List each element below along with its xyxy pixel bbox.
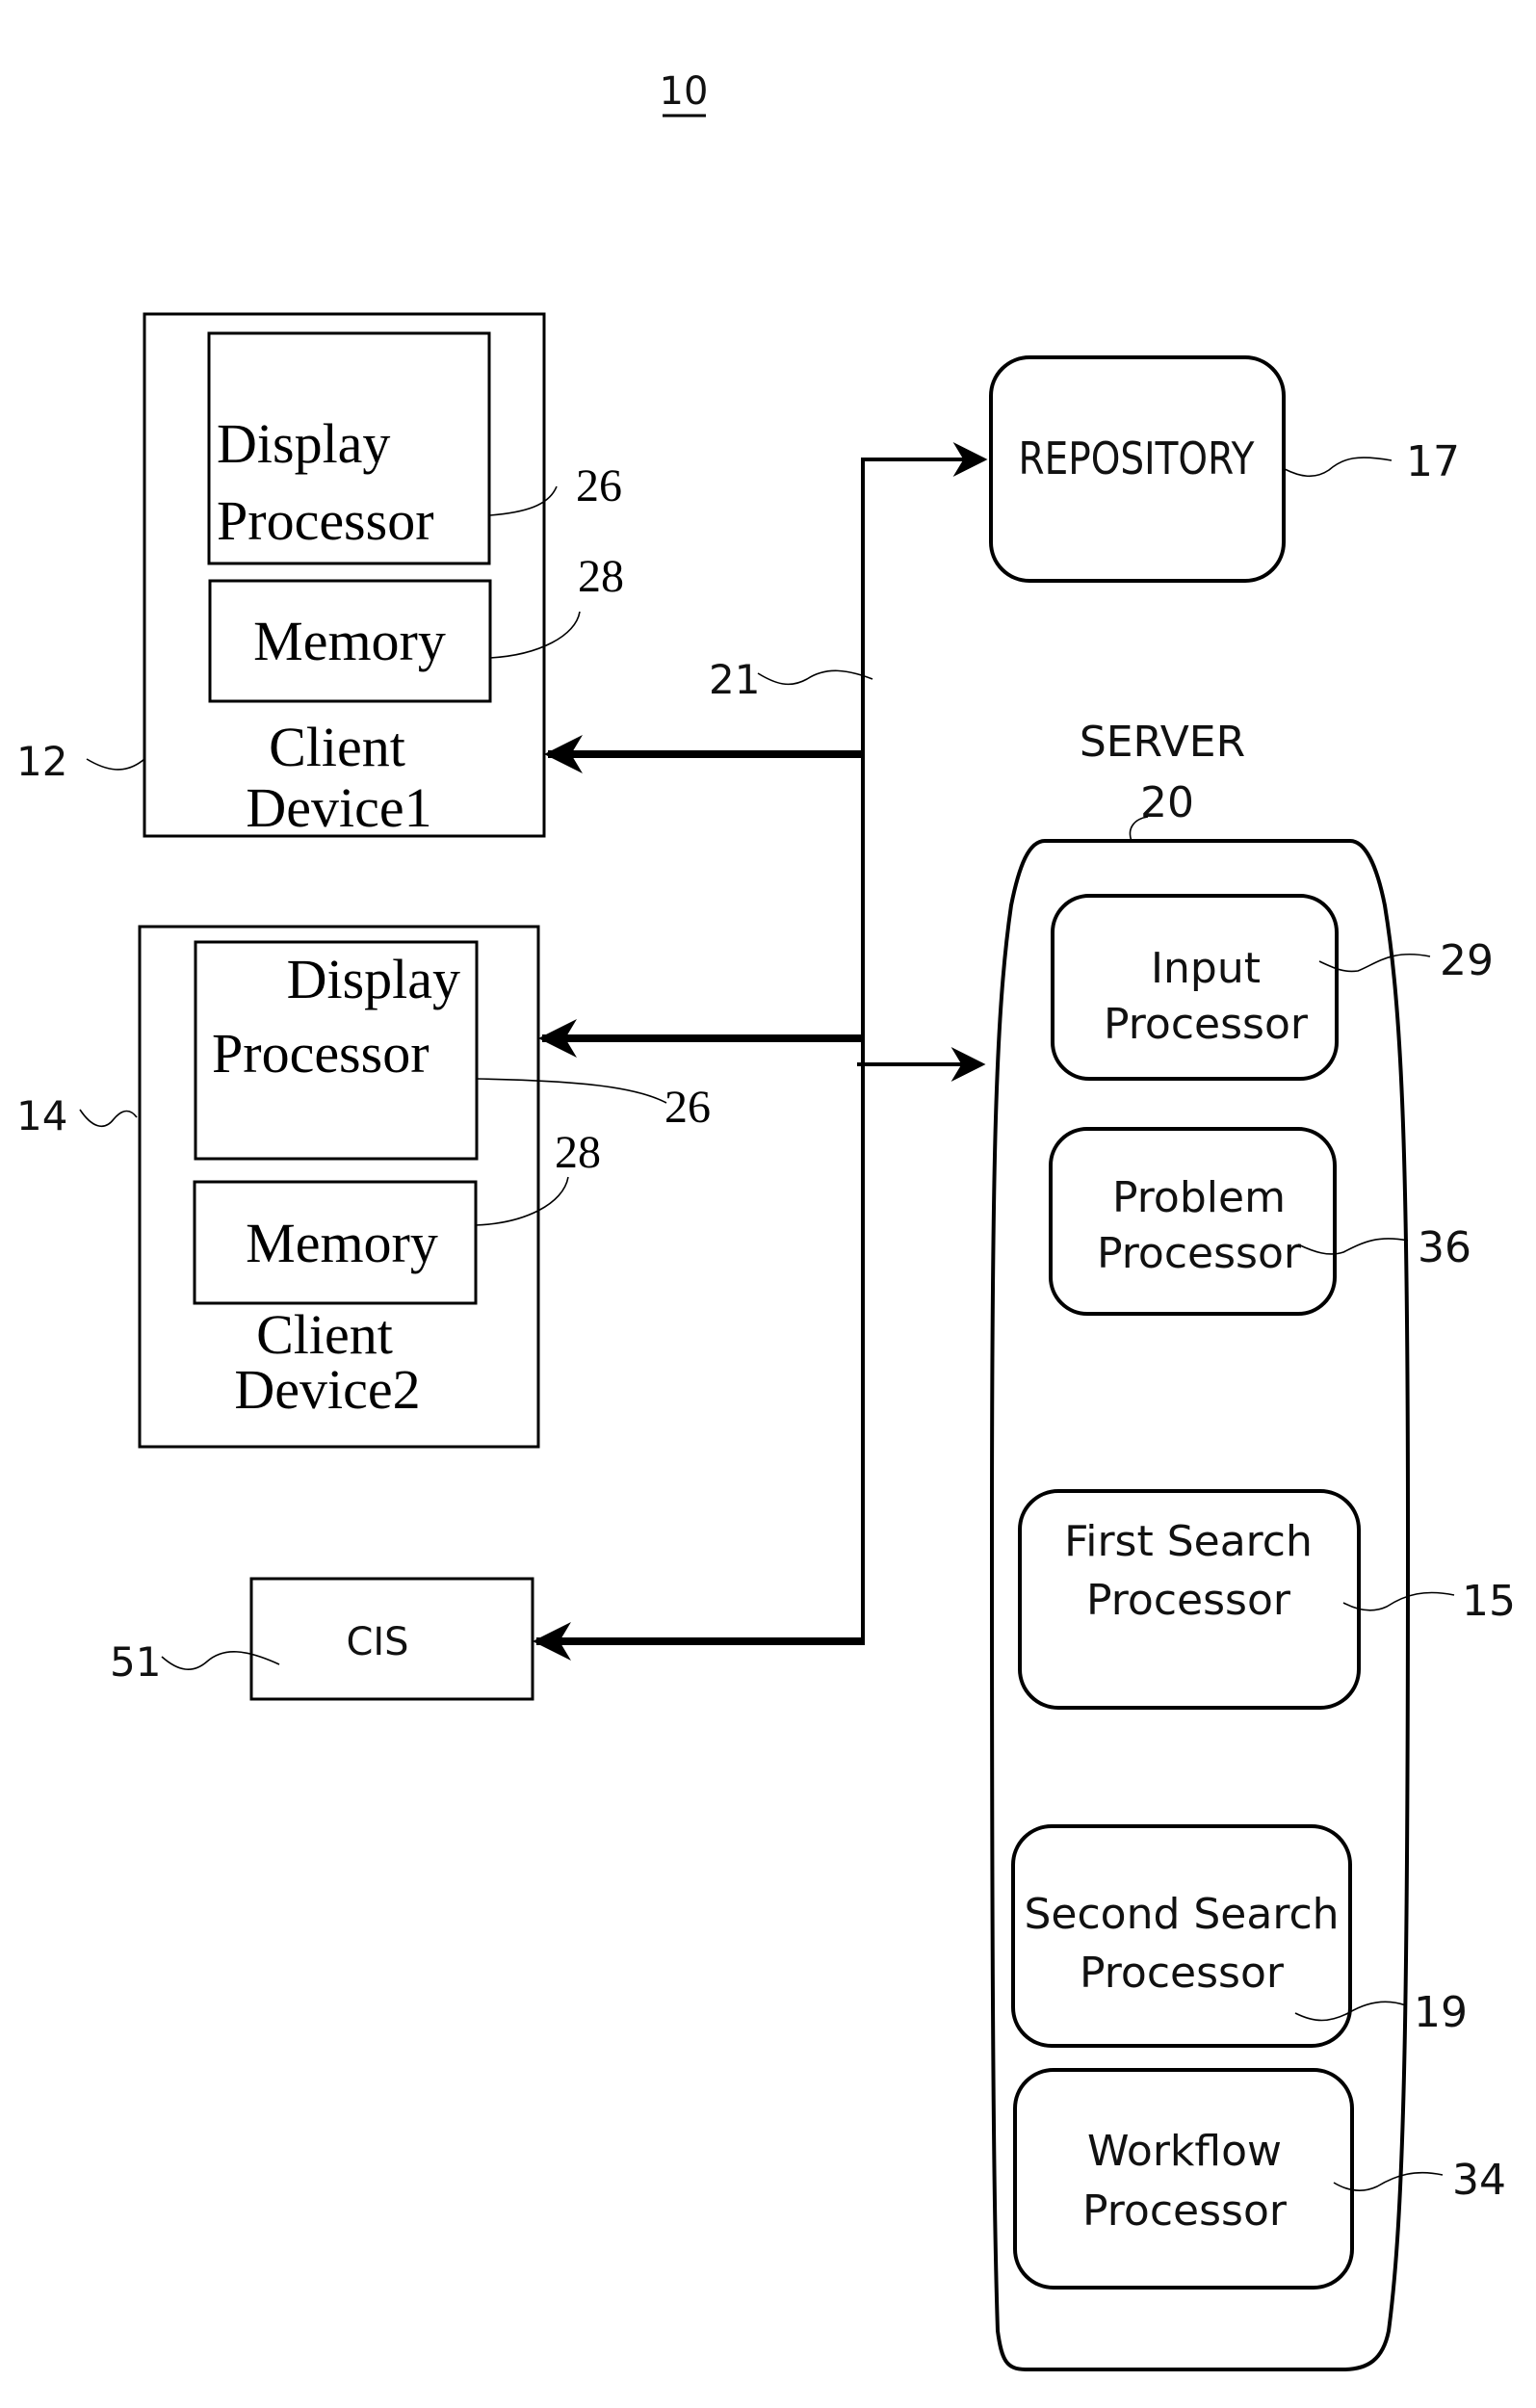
network-leader (757, 669, 873, 686)
client-device-2-leader (79, 1109, 138, 1128)
workflow-processor-box[interactable] (1013, 2068, 1354, 2290)
memory-2-leader (475, 1176, 569, 1226)
second-search-processor[interactable]: Second Search Processor 19 (1011, 1824, 1468, 2048)
network-ref: 21 (709, 656, 760, 703)
server-label: SERVER (1080, 718, 1245, 767)
workflow-processor-ref: 34 (1452, 2156, 1506, 2205)
figure-number: 10 (660, 69, 709, 118)
display-processor-2-ref: 26 (664, 1082, 711, 1133)
display-processor-2-label-line2: Processor (212, 1022, 430, 1085)
workflow-processor-label-line2: Processor (1082, 2186, 1288, 2236)
input-processor-ref: 29 (1440, 936, 1494, 985)
client-device-2-title-line2: Device2 (234, 1358, 420, 1421)
second-search-processor-ref: 19 (1414, 1988, 1468, 2037)
first-search-processor-label-line1: First Search (1064, 1517, 1313, 1566)
client-device-1-title-line1: Client (269, 716, 405, 778)
memory-1-label: Memory (253, 610, 446, 672)
client-device-2-title-line1: Client (256, 1303, 393, 1366)
workflow-processor-label-line1: Workflow (1087, 2127, 1282, 2176)
memory-1-ref: 28 (578, 551, 624, 602)
display-processor-1-ref: 26 (576, 460, 622, 511)
system-diagram: 10 Display Processor Memory Client Devic… (16, 69, 1516, 2371)
repository-label: REPOSITORY (1019, 432, 1256, 484)
memory-1-leader (489, 611, 581, 659)
repository-block[interactable]: REPOSITORY 17 (989, 355, 1460, 583)
problem-processor-label-line1: Problem (1112, 1173, 1286, 1222)
figure-number-text: 10 (660, 69, 709, 114)
client-device-2-ref: 14 (16, 1092, 67, 1139)
input-processor-label-line1: Input (1151, 944, 1261, 993)
client-device-1-leader (86, 758, 145, 771)
repository-ref: 17 (1406, 437, 1460, 486)
second-search-processor-label-line2: Processor (1080, 1949, 1285, 1998)
memory-2-ref: 28 (555, 1127, 601, 1178)
client-device-2[interactable]: Display Processor Memory Client Device2 … (16, 925, 711, 1449)
cis-ref: 51 (110, 1638, 161, 1686)
server-block[interactable]: SERVER 20 Input Processor 29 Problem Pro… (989, 718, 1516, 2371)
memory-2-label: Memory (246, 1212, 438, 1274)
display-processor-1-label-line2: Processor (217, 489, 434, 552)
second-search-processor-label-line1: Second Search (1024, 1890, 1339, 1939)
client-device-1-ref: 12 (16, 738, 67, 785)
first-search-processor-ref: 15 (1462, 1577, 1516, 1626)
display-processor-1-leader (489, 485, 558, 516)
input-processor[interactable]: Input Processor 29 (1051, 894, 1494, 1081)
display-processor-2-leader (476, 1078, 667, 1104)
problem-processor-label-line2: Processor (1097, 1229, 1302, 1278)
display-processor-1-label-line1: Display (217, 412, 390, 475)
problem-processor-ref: 36 (1418, 1223, 1471, 1272)
input-processor-label-line2: Processor (1104, 1000, 1309, 1049)
first-search-processor[interactable]: First Search Processor 15 (1018, 1489, 1516, 1710)
cis-block[interactable]: CIS 51 (110, 1577, 534, 1701)
workflow-processor[interactable]: Workflow Processor 34 (1013, 2068, 1506, 2290)
display-processor-2-label-line1: Display (287, 948, 460, 1010)
problem-processor-leader (1297, 1238, 1409, 1255)
client-device-1[interactable]: Display Processor Memory Client Device1 … (16, 312, 624, 839)
client-device-1-title-line2: Device1 (246, 776, 431, 839)
server-ref: 20 (1140, 778, 1194, 827)
cis-leader (161, 1651, 280, 1670)
first-search-processor-label-line2: Processor (1086, 1576, 1291, 1625)
repository-leader (1284, 457, 1393, 478)
network-bus: 21 (533, 442, 988, 1661)
workflow-processor-leader (1333, 2171, 1444, 2191)
cis-label: CIS (346, 1620, 408, 1664)
